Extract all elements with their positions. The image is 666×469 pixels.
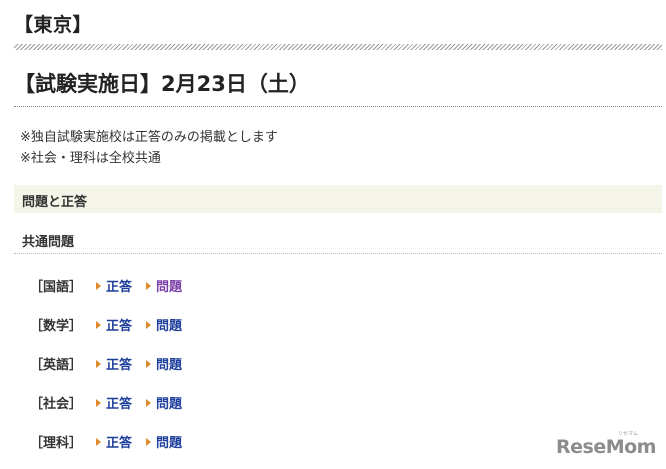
subject-name: ［国語］: [30, 280, 83, 295]
question-link[interactable]: 問題: [146, 315, 182, 334]
resemom-logo: ReseMom: [556, 436, 656, 458]
arrow-right-icon: [96, 399, 101, 407]
question-link[interactable]: 問題: [146, 276, 182, 295]
subject-name: ［社会］: [30, 397, 83, 412]
answer-link[interactable]: 正答: [96, 432, 132, 451]
arrow-right-icon: [146, 321, 151, 329]
question-link[interactable]: 問題: [146, 432, 182, 451]
subject-name: ［理科］: [30, 436, 83, 451]
answer-link[interactable]: 正答: [96, 354, 132, 373]
subject-list: ［国語］ 正答 問題 ［数学］ 正答 問題 ［英語］ 正答 問題 ［社会］ 正答…: [0, 0, 666, 469]
answer-link[interactable]: 正答: [96, 315, 132, 334]
question-link[interactable]: 問題: [146, 354, 182, 373]
arrow-right-icon: [96, 321, 101, 329]
arrow-right-icon: [146, 282, 151, 290]
answer-link[interactable]: 正答: [96, 393, 132, 412]
question-link[interactable]: 問題: [146, 393, 182, 412]
arrow-right-icon: [96, 282, 101, 290]
subject-name: ［数学］: [30, 319, 83, 334]
subject-name: ［英語］: [30, 358, 83, 373]
arrow-right-icon: [146, 438, 151, 446]
arrow-right-icon: [96, 438, 101, 446]
arrow-right-icon: [146, 399, 151, 407]
arrow-right-icon: [146, 360, 151, 368]
answer-link[interactable]: 正答: [96, 276, 132, 295]
arrow-right-icon: [96, 360, 101, 368]
